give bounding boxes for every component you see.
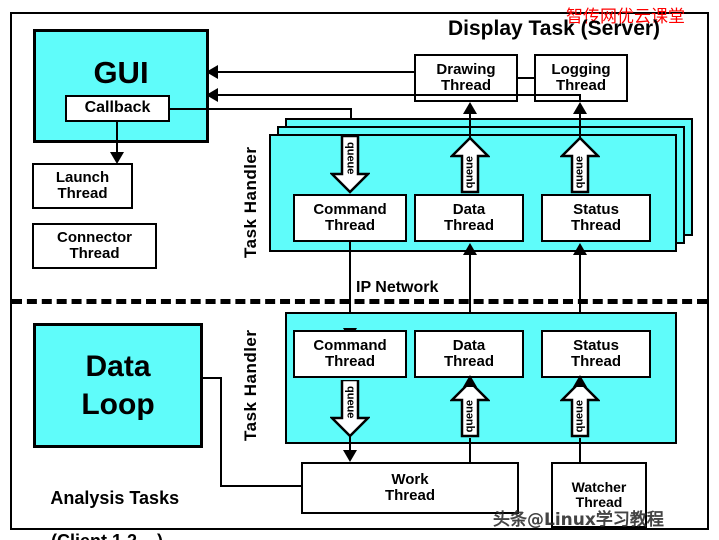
data-loop-block[interactable]: Data Loop: [33, 323, 203, 448]
client-status-thread-line1: Status: [573, 337, 619, 355]
page-title: Display Task (Server): [448, 17, 661, 40]
analysis-tasks-line2: (Client 1,2,...): [51, 531, 163, 540]
client-status-queue-arrow: queue: [560, 380, 600, 438]
client-data-thread-line2: Thread: [443, 353, 494, 370]
gui-label: GUI: [93, 54, 149, 90]
analysis-tasks-line1: Analysis Tasks: [50, 487, 180, 508]
ip-network-label-bg: IP Network: [352, 279, 443, 298]
client-status-from-watcher-line: [579, 438, 581, 462]
server-data-queue-label: queue: [463, 156, 476, 189]
logging-drop-line: [579, 94, 581, 102]
work-thread-line2: Thread: [384, 487, 435, 504]
client-data-thread-line1: Data: [452, 337, 486, 355]
connector-thread-line2: Thread: [69, 245, 120, 262]
drawing-to-gui-line: [218, 71, 414, 73]
client-data-queue-arrow: queue: [450, 380, 490, 438]
server-command-thread-line2: Thread: [324, 217, 375, 234]
data-loop-down-line: [220, 377, 222, 487]
server-data-net-arrowhead: [463, 243, 477, 255]
watermark-bottom-right: 头条@Linux学习教程: [493, 510, 664, 530]
connector-thread-box[interactable]: Connector Thread: [32, 223, 157, 269]
launch-thread-box[interactable]: Launch Thread: [32, 163, 133, 209]
callback-out-line: [170, 108, 352, 110]
logging-thread-line2: Thread: [555, 77, 606, 94]
client-data-from-work-line: [469, 438, 471, 462]
server-command-queue-label: queue: [344, 142, 357, 175]
server-status-queue-label: queue: [573, 156, 586, 189]
client-data-thread-box[interactable]: Data Thread: [414, 330, 524, 378]
server-data-thread-line2: Thread: [443, 217, 494, 234]
data-loop-line1: Data: [85, 350, 151, 383]
client-status-thread-line2: Thread: [570, 353, 621, 370]
logging-to-gui-arrowhead: [206, 88, 218, 102]
server-task-handler-label: Task Handler: [241, 146, 260, 259]
work-thread-box[interactable]: Work Thread: [301, 462, 519, 514]
server-data-queue-arrow: queue: [450, 136, 490, 194]
gui-block[interactable]: GUI: [33, 29, 209, 143]
ip-network-label: IP Network: [356, 279, 439, 296]
client-command-thread-line2: Thread: [324, 353, 375, 370]
logging-thread-line1: Logging: [551, 61, 611, 79]
drawing-thread-line2: Thread: [440, 77, 491, 94]
server-data-up-arrowhead: [463, 102, 477, 114]
client-status-thread-box[interactable]: Status Thread: [541, 330, 651, 378]
drawing-thread-line1: Drawing: [436, 61, 496, 79]
server-command-thread-line1: Command: [313, 201, 387, 219]
connector-thread-line1: Connector: [57, 229, 132, 247]
logging-to-gui-line: [218, 94, 580, 96]
client-command-to-work-arrowhead: [343, 450, 357, 462]
server-status-thread-box[interactable]: Status Thread: [541, 194, 651, 242]
server-status-thread-line1: Status: [573, 201, 619, 219]
launch-thread-line1: Launch: [55, 169, 110, 187]
server-status-up-arrowhead: [573, 102, 587, 114]
server-status-up-line: [579, 110, 581, 138]
diagram-canvas: 智传网优云课堂 Display Task (Server) GUI Callba…: [0, 0, 719, 540]
client-data-up-arrowhead-inner: [463, 375, 477, 387]
server-status-net-arrowhead: [573, 243, 587, 255]
launch-thread-line2: Thread: [57, 185, 108, 202]
callback-label: Callback: [84, 99, 151, 117]
client-task-handler-label: Task Handler: [241, 329, 260, 441]
client-command-thread-box[interactable]: Command Thread: [293, 330, 407, 378]
drawing-logging-link: [518, 77, 534, 79]
server-data-thread-box[interactable]: Data Thread: [414, 194, 524, 242]
data-loop-line2: Loop: [81, 387, 155, 421]
client-data-queue-label: queue: [463, 400, 476, 433]
work-thread-line1: Work: [391, 471, 429, 489]
server-data-thread-line1: Data: [452, 201, 486, 219]
drawing-to-gui-arrowhead: [206, 65, 218, 79]
server-command-thread-box[interactable]: Command Thread: [293, 194, 407, 242]
client-command-thread-line1: Command: [313, 337, 387, 355]
ip-network-divider: [12, 299, 707, 304]
server-status-thread-line2: Thread: [570, 217, 621, 234]
client-status-queue-label: queue: [573, 400, 586, 433]
server-command-queue-arrow: queue: [330, 136, 370, 194]
client-command-queue-label: queue: [344, 386, 357, 419]
watcher-thread-line1: Watcher: [571, 479, 627, 496]
server-status-queue-arrow: queue: [560, 136, 600, 194]
client-status-up-arrowhead-inner: [573, 375, 587, 387]
callback-box[interactable]: Callback: [65, 95, 170, 122]
analysis-tasks-footer: Analysis Tasks (Client 1,2,...): [31, 466, 179, 540]
data-loop-to-work-line: [220, 485, 302, 487]
client-command-queue-arrow: queue: [330, 380, 370, 438]
server-data-up-line: [469, 110, 471, 138]
